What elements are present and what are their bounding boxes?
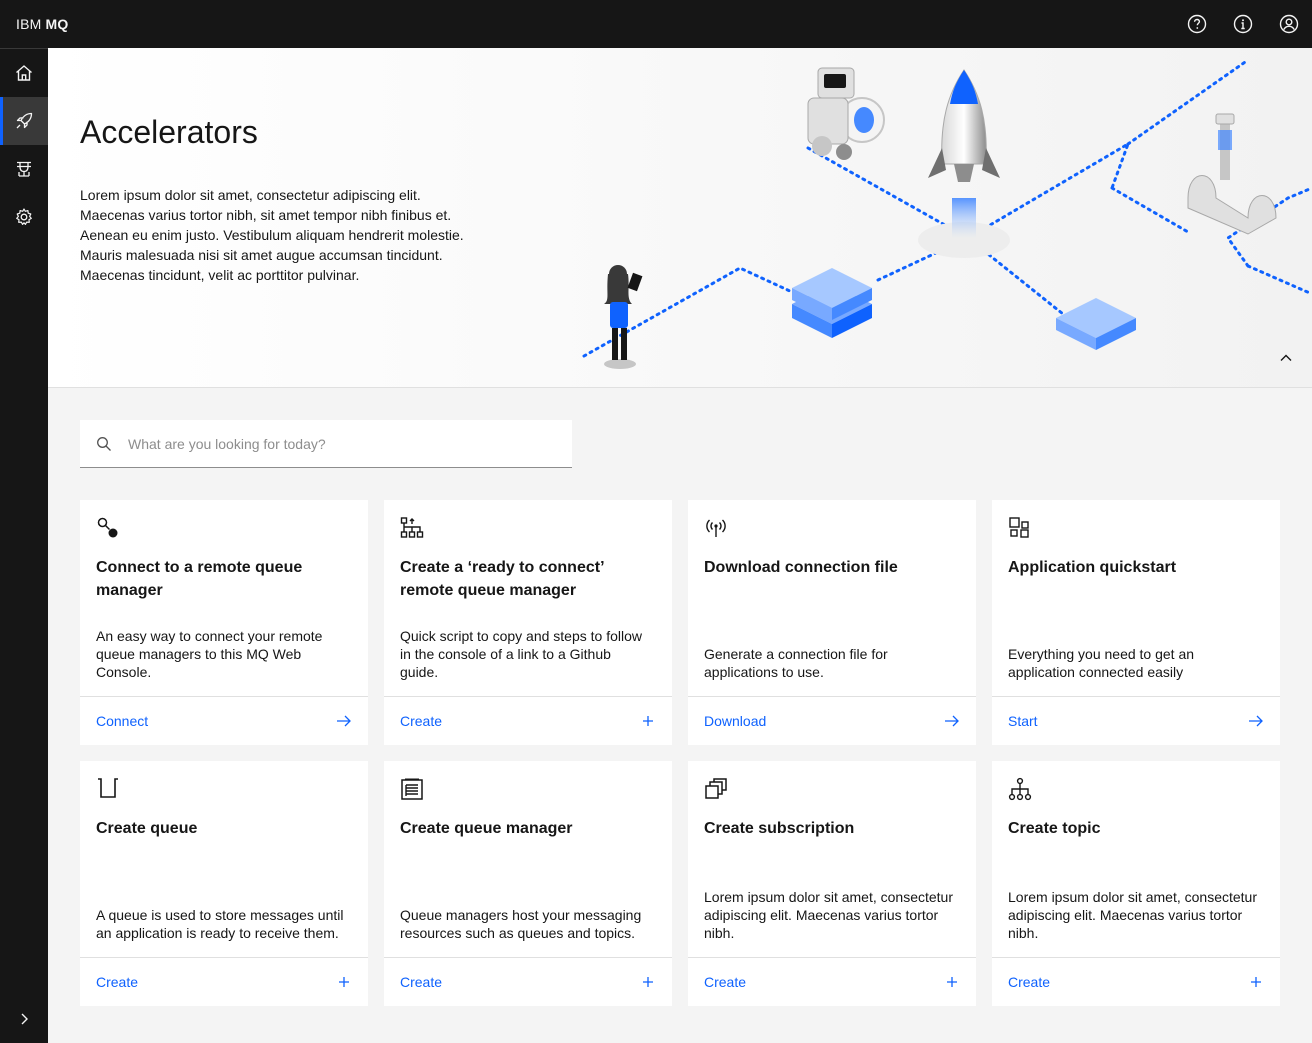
card-description: A queue is used to store messages until …: [96, 907, 344, 941]
card-description: Lorem ipsum dolor sit amet, consectetur …: [1008, 889, 1257, 941]
card-action-connect[interactable]: Connect: [80, 696, 368, 745]
flow-icon: [400, 517, 424, 538]
card-action-create-queue-manager[interactable]: Create: [384, 957, 672, 1006]
nav-item-home[interactable]: [0, 49, 48, 97]
header-actions: [1174, 0, 1312, 48]
nav-expand-button[interactable]: [0, 995, 48, 1043]
page-title: Accelerators: [80, 114, 258, 150]
hero-illustration: [582, 58, 1312, 369]
accelerator-card-create-topic: Create topic Lorem ipsum dolor sit amet,…: [992, 761, 1280, 1006]
add-icon: [643, 977, 653, 987]
card-action-download[interactable]: Download: [688, 696, 976, 745]
chevron-right-icon: [21, 1013, 28, 1025]
accelerator-card-create-subscription: Create subscription Lorem ipsum dolor si…: [688, 761, 976, 1006]
hero-banner: Accelerators Lorem ipsum dolor sit amet,…: [48, 48, 1312, 388]
top-header: IBM MQ: [0, 0, 1312, 48]
arrow-right-icon: [1249, 715, 1263, 727]
copy-icon: [705, 778, 727, 799]
apps-icon: [1009, 517, 1029, 538]
brand-prefix: IBM: [16, 16, 42, 32]
chevron-up-icon: [1280, 354, 1292, 361]
collapse-hero-button[interactable]: [1276, 348, 1296, 368]
search-input[interactable]: [128, 435, 548, 452]
arrow-right-icon: [337, 715, 351, 727]
accelerator-card-create-queue-manager: Create queue manager Queue managers host…: [384, 761, 672, 1006]
card-action-start[interactable]: Start: [992, 696, 1280, 745]
gear-icon: [16, 208, 32, 225]
accelerator-card-app-quickstart: Application quickstart Everything you ne…: [992, 500, 1280, 745]
document-icon: [401, 778, 423, 800]
card-title: Download connection file: [704, 559, 898, 576]
card-action-create-ready[interactable]: Create: [384, 696, 672, 745]
add-icon: [947, 977, 957, 987]
tree-icon: [1008, 777, 1032, 801]
add-icon: [643, 716, 653, 726]
data-block-illustration: [1056, 298, 1136, 350]
queue-icon: [98, 778, 118, 798]
brand-product: MQ: [45, 16, 69, 32]
accelerator-card-download-connection: Download connection file Generate a conn…: [688, 500, 976, 745]
antenna-icon: [706, 519, 726, 537]
person-illustration: [604, 265, 643, 369]
user-avatar-icon: [1279, 14, 1299, 34]
help-icon: [1187, 14, 1207, 34]
arrow-right-icon: [945, 715, 959, 727]
card-action-label: Create: [96, 974, 139, 990]
card-action-create-queue[interactable]: Create: [80, 957, 368, 1006]
robot-illustration: [807, 67, 885, 160]
card-action-create-subscription[interactable]: Create: [688, 957, 976, 1006]
add-icon: [1251, 977, 1261, 987]
accelerator-card-connect-remote: Connect to a remote queue manager An eas…: [80, 500, 368, 745]
building-illustration: [1187, 113, 1277, 235]
card-action-label: Create: [704, 974, 747, 990]
card-description: Everything you need to get an applicatio…: [1008, 646, 1195, 680]
card-action-label: Start: [1008, 713, 1038, 729]
card-description: Queue managers host your messaging resou…: [400, 907, 642, 941]
add-icon: [339, 977, 349, 987]
search-bar: [80, 420, 572, 468]
rocket-icon: [16, 112, 33, 129]
data-stack-illustration: [792, 268, 872, 338]
card-title: Connect to a remote queue manager: [96, 559, 303, 599]
info-icon: [1233, 14, 1253, 34]
card-title: Create topic: [1008, 820, 1101, 837]
card-action-label: Create: [400, 713, 443, 729]
home-icon: [16, 65, 32, 81]
card-description: Lorem ipsum dolor sit amet, consectetur …: [704, 889, 953, 941]
search-icon: [97, 436, 111, 451]
rocket-illustration: [928, 69, 1000, 182]
user-profile-button[interactable]: [1266, 0, 1312, 48]
info-button[interactable]: [1220, 0, 1266, 48]
nav-item-settings[interactable]: [0, 193, 48, 241]
card-description: Quick script to copy and steps to follow…: [400, 628, 642, 680]
card-title: Create a ‘ready to connect’ remote queue…: [400, 559, 604, 599]
card-description: An easy way to connect your remote queue…: [96, 628, 323, 680]
card-description: Generate a connection file for applicati…: [704, 646, 888, 680]
help-button[interactable]: [1174, 0, 1220, 48]
accelerator-card-create-queue: Create queue A queue is used to store me…: [80, 761, 368, 1006]
card-action-label: Create: [400, 974, 443, 990]
side-nav: [0, 48, 48, 1043]
product-name[interactable]: IBM MQ: [16, 16, 68, 32]
card-action-label: Create: [1008, 974, 1051, 990]
card-title: Create queue: [96, 820, 198, 837]
gateway-icon: [17, 161, 31, 177]
nav-item-accelerators[interactable]: [0, 97, 48, 145]
card-title: Application quickstart: [1008, 559, 1177, 576]
accelerator-card-ready-to-connect: Create a ‘ready to connect’ remote queue…: [384, 500, 672, 745]
card-action-label: Connect: [96, 713, 149, 729]
card-action-label: Download: [704, 713, 767, 729]
hero-description: Lorem ipsum dolor sit amet, consectetur …: [80, 187, 464, 283]
card-title: Create queue manager: [400, 820, 573, 837]
card-title: Create subscription: [704, 820, 855, 837]
connect-icon: [97, 517, 118, 538]
nav-item-queue-managers[interactable]: [0, 145, 48, 193]
card-action-create-topic[interactable]: Create: [992, 957, 1280, 1006]
